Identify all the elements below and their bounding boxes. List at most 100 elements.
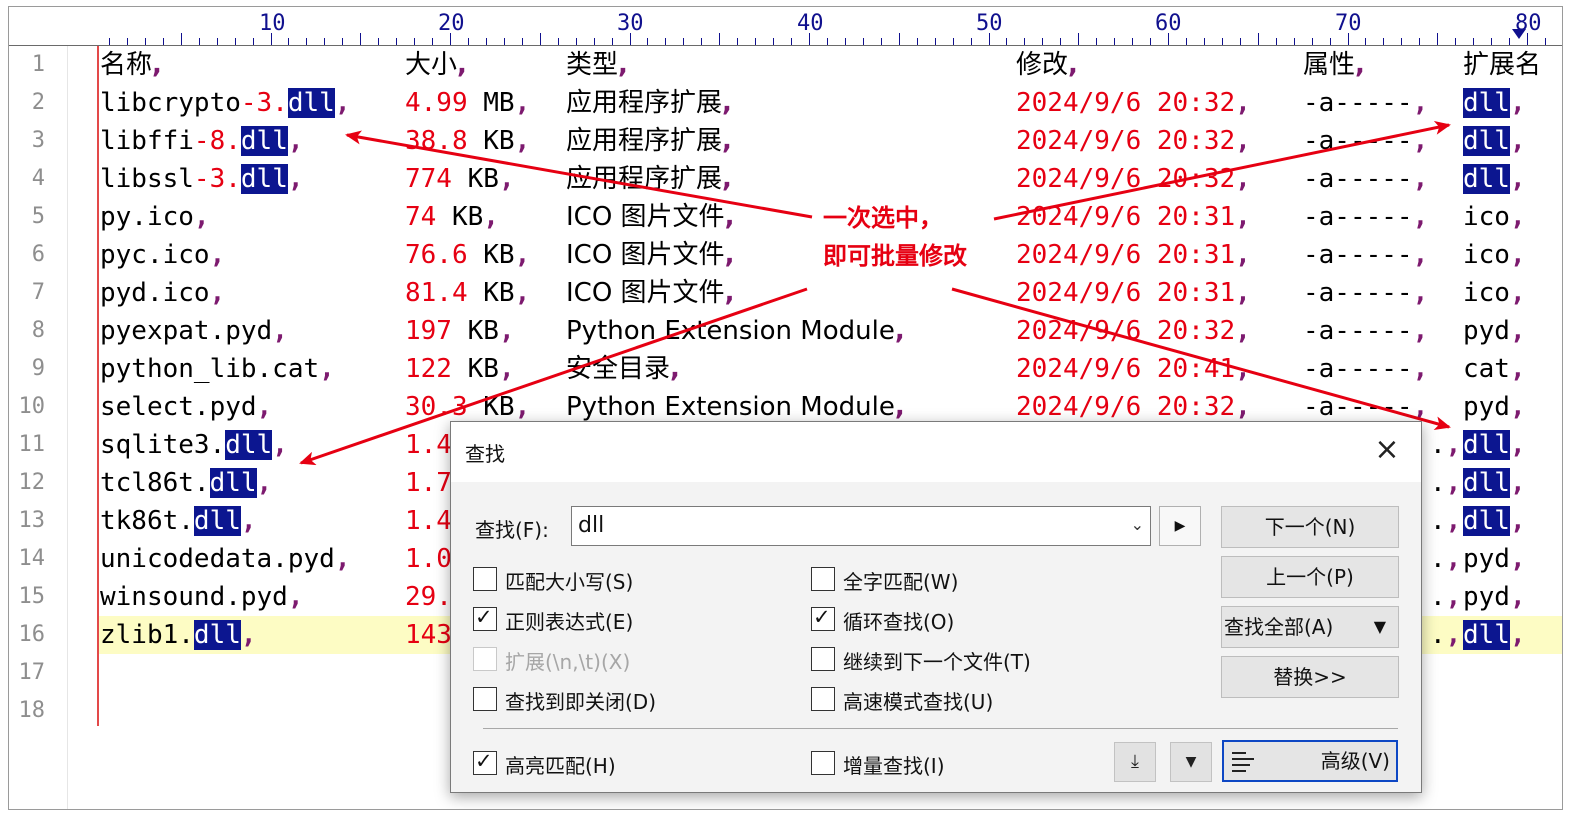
attributes-text: -a-----: [1303, 126, 1413, 156]
ruler-tick: [1096, 38, 1098, 45]
modified-date: 2024/9/6 20:32,: [1016, 84, 1251, 122]
comma: ,: [1445, 582, 1462, 612]
ruler-tick: [647, 38, 649, 45]
ruler-tick: [1419, 38, 1421, 45]
chevron-down-icon[interactable]: ⌄: [1131, 515, 1144, 534]
filename-base: zlib1.: [100, 620, 194, 650]
extension-text: cat: [1463, 354, 1510, 384]
dialog-separator: [483, 728, 1398, 729]
extension: cat,: [1463, 350, 1526, 388]
comma: ,: [1235, 240, 1251, 270]
extension: ico,: [1463, 236, 1526, 274]
file-size-unit: KB: [483, 126, 515, 156]
option-checkbox[interactable]: [473, 687, 497, 711]
ruler-tick: [916, 38, 918, 45]
extension: ico,: [1463, 198, 1526, 236]
ruler-tick: [360, 33, 362, 45]
comma: ,: [256, 392, 273, 422]
ruler-tick: [1473, 38, 1475, 45]
file-size-value: 76.6: [405, 240, 468, 270]
option-checkbox[interactable]: [811, 687, 835, 711]
comma: ,: [894, 316, 905, 346]
search-match: dll: [1463, 164, 1510, 194]
find-next-button[interactable]: 下一个(N): [1221, 506, 1399, 548]
advanced-button[interactable]: 高级(V): [1222, 740, 1398, 782]
dialog-title: 查找: [465, 442, 505, 466]
extension-text: pyd: [1463, 392, 1510, 422]
file-size: 143: [405, 616, 452, 654]
ruler-tick: [234, 38, 236, 45]
edge-marker-line: [97, 46, 99, 726]
modified-date: 2024/9/6 20:32,: [1016, 122, 1251, 160]
replace-toggle-button[interactable]: 替换>>: [1221, 656, 1399, 698]
ruler-tick: [952, 38, 954, 45]
header-ext: 扩展名: [1463, 46, 1541, 84]
attributes: -a-----,: [1303, 350, 1428, 388]
extension: pyd,: [1463, 578, 1526, 616]
ruler-tick: [198, 38, 200, 45]
find-dialog[interactable]: 查找 × 查找(F): dll ⌄ ▶ 下一个(N) 上一个(P) 查找全部(A…: [450, 421, 1422, 793]
ruler-number: 10: [259, 11, 286, 36]
file-type: ICO 图片文件,: [566, 198, 734, 236]
attributes-text: -a-----: [1303, 164, 1413, 194]
comma: ,: [272, 430, 288, 460]
file-size-value: 1.4: [405, 430, 452, 460]
ruler-tick: [934, 38, 936, 45]
comma: ,: [1509, 126, 1526, 156]
comma: ,: [724, 202, 735, 232]
modified-date-text: 2024/9/6 20:31: [1016, 278, 1236, 308]
option-label: 继续到下一个文件(T): [843, 650, 1031, 674]
modified-date: 2024/9/6 20:32,: [1016, 312, 1251, 350]
file-size: 4.99 MB,: [405, 84, 530, 122]
option-checkbox[interactable]: [811, 567, 835, 591]
download-icon[interactable]: ⤓: [1114, 742, 1156, 782]
file-size-value: 1.0: [405, 544, 452, 574]
filename-base: python_lib.cat: [100, 354, 320, 384]
attributes-text: -a-----: [1303, 202, 1413, 232]
modified-date-text: 2024/9/6 20:31: [1016, 202, 1236, 232]
highlight-match-checkbox[interactable]: [473, 749, 497, 775]
modified-date: 2024/9/6 20:31,: [1016, 274, 1251, 312]
option-checkbox[interactable]: [811, 647, 835, 671]
comma: ,: [1509, 316, 1526, 346]
attributes-partial: .,: [1430, 506, 1462, 536]
file-size-unit: KB: [467, 164, 499, 194]
comma: ,: [514, 392, 531, 422]
find-input[interactable]: dll ⌄: [571, 506, 1151, 546]
ruler-tick: [1060, 38, 1062, 45]
ruler-tick: [737, 38, 739, 45]
comma: ,: [209, 278, 226, 308]
caret-down-icon[interactable]: ▼: [1170, 742, 1212, 782]
incremental-find-checkbox[interactable]: [811, 751, 835, 775]
caret-column-marker: [1512, 29, 1526, 39]
filename: zlib1.dll,: [100, 616, 257, 654]
file-size-value: 197: [405, 316, 452, 346]
find-previous-button[interactable]: 上一个(P): [1221, 556, 1399, 598]
comma: ,: [1412, 202, 1429, 232]
modified-date-text: 2024/9/6 20:32: [1016, 392, 1236, 422]
ruler-tick: [898, 33, 900, 45]
header-type: 类型,: [566, 46, 628, 84]
comma: ,: [287, 126, 304, 156]
option-checkbox[interactable]: [811, 605, 835, 631]
close-icon[interactable]: ×: [1369, 432, 1405, 468]
ruler-tick: [880, 38, 882, 45]
ruler-tick: [252, 38, 254, 45]
ruler-tick: [970, 38, 972, 45]
file-size-value: 74: [405, 202, 437, 232]
option-checkbox[interactable]: [473, 605, 497, 631]
comma: ,: [498, 354, 515, 384]
comma: ,: [240, 620, 257, 650]
option-checkbox[interactable]: [473, 567, 497, 591]
find-all-button[interactable]: 查找全部(A) ▼: [1221, 606, 1399, 648]
comma: ,: [1509, 164, 1526, 194]
ruler-tick: [683, 38, 685, 45]
filename-number: -8.: [193, 126, 241, 156]
ruler-number: 50: [976, 11, 1003, 36]
play-icon[interactable]: ▶: [1159, 506, 1201, 546]
dialog-titlebar[interactable]: 查找 ×: [451, 422, 1421, 482]
dropdown-arrow-icon[interactable]: ▼: [1374, 607, 1386, 647]
filename: tk86t.dll,: [100, 502, 257, 540]
ruler-tick: [1383, 38, 1385, 45]
attributes-text: -a-----: [1303, 88, 1413, 118]
